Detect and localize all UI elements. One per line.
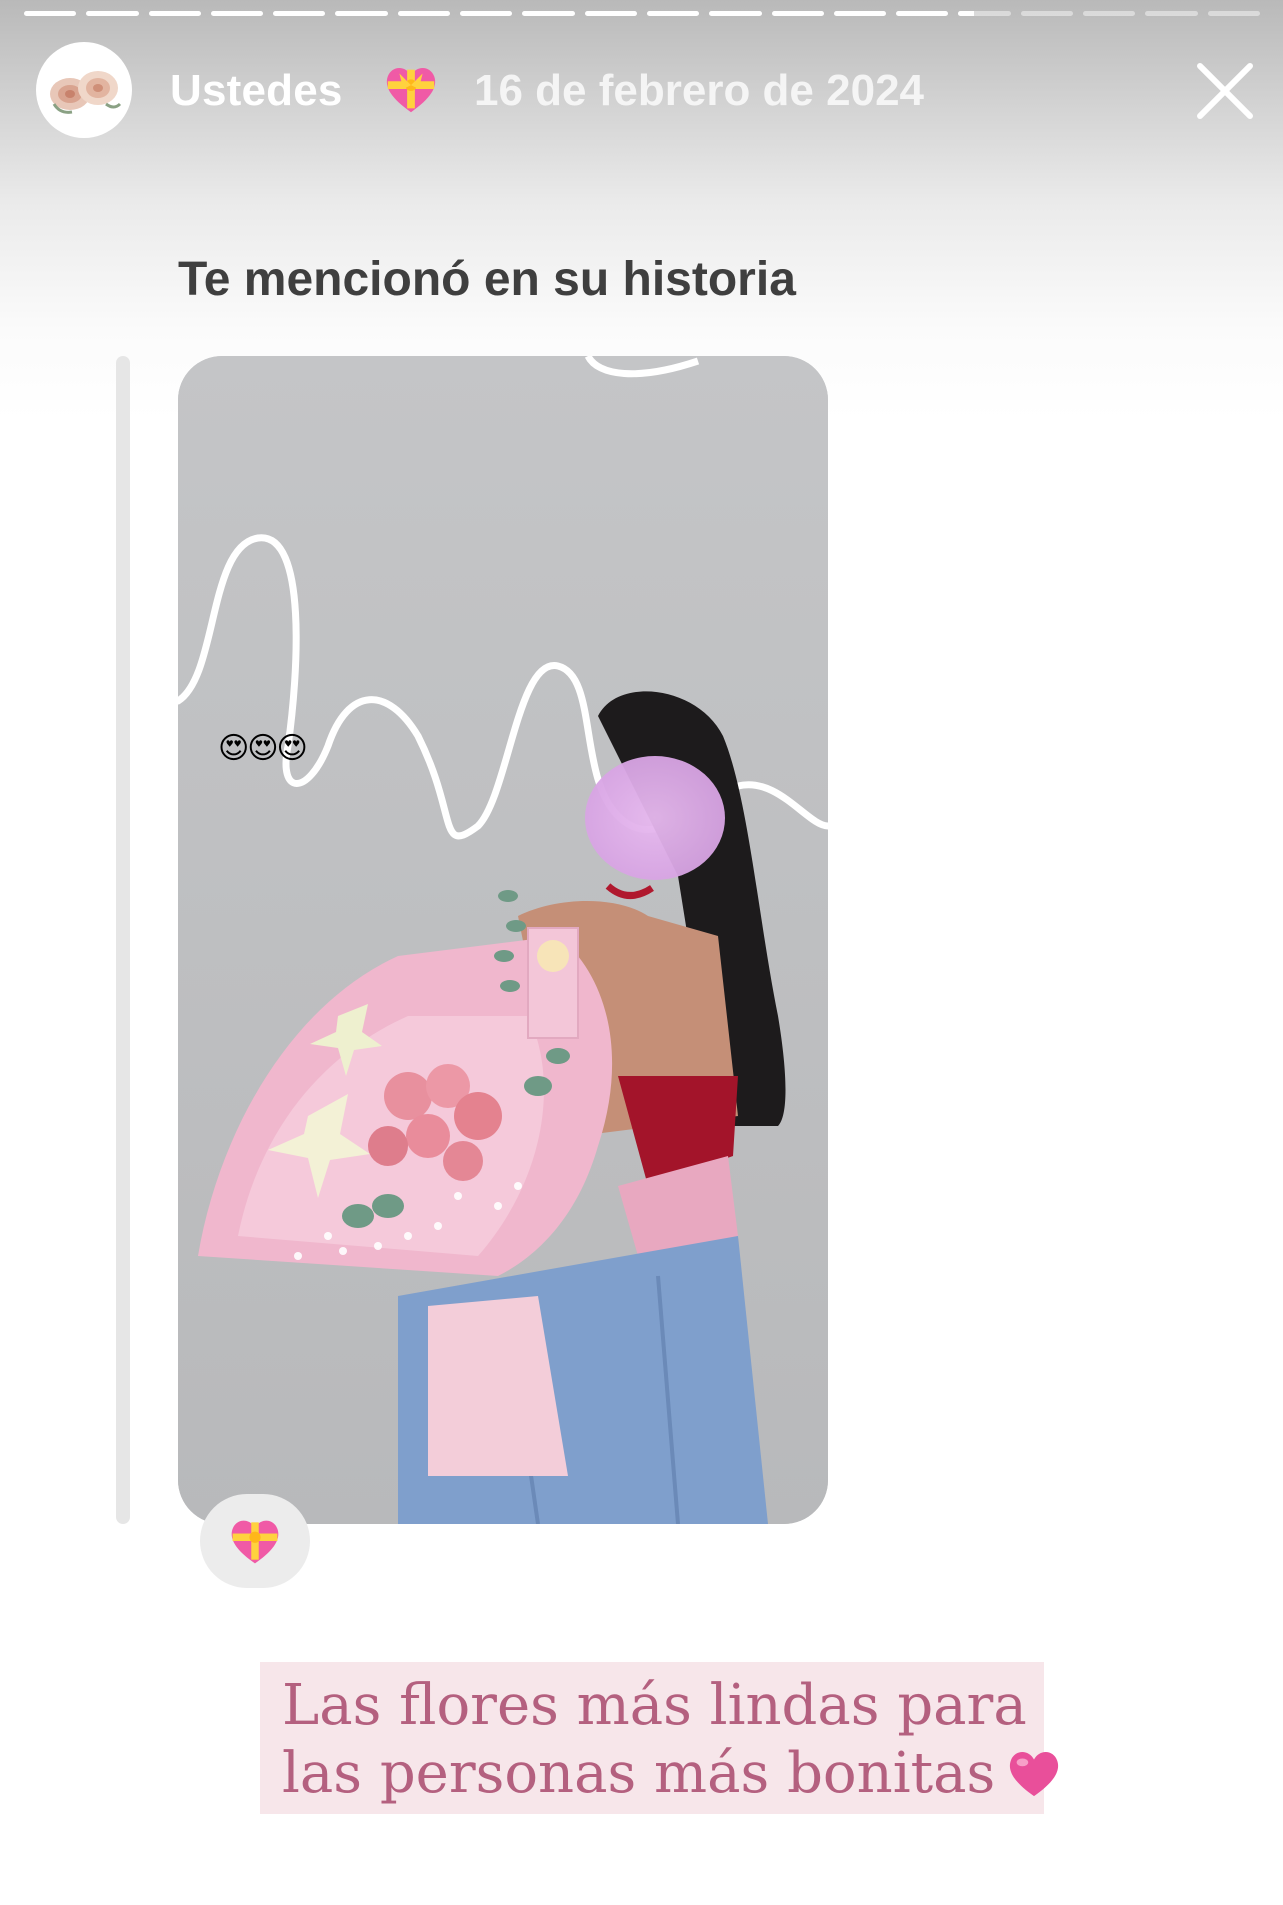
username[interactable]: Ustedes bbox=[170, 66, 343, 116]
progress-segment bbox=[335, 11, 388, 16]
progress-segment bbox=[273, 11, 326, 16]
story-caption: Las flores más lindas para las personas … bbox=[260, 1662, 1059, 1814]
quote-bar bbox=[116, 356, 130, 1524]
progress-segment-fill bbox=[709, 11, 762, 16]
roses-avatar-icon bbox=[50, 71, 122, 114]
mention-label: Te mencionó en su historia bbox=[178, 253, 796, 306]
progress-segment-fill bbox=[86, 11, 139, 16]
story-preview[interactable]: 😍😍😍 bbox=[178, 356, 828, 1524]
progress-segment bbox=[833, 11, 887, 16]
progress-segment bbox=[709, 11, 762, 16]
progress-segment bbox=[460, 11, 513, 16]
progress-segment-fill bbox=[896, 11, 949, 16]
progress-segment-fill bbox=[24, 11, 77, 16]
story-header: Ustedes 16 de febrero de 2024 bbox=[0, 40, 1283, 140]
progress-segment bbox=[86, 11, 139, 16]
progress-segment bbox=[646, 11, 700, 16]
progress-segment bbox=[771, 11, 824, 16]
reaction-bubble bbox=[200, 1494, 310, 1588]
progress-segment bbox=[1207, 11, 1260, 16]
caption-line-1: Las flores más lindas para bbox=[282, 1673, 1027, 1738]
progress-segment-fill bbox=[148, 11, 201, 16]
caption-line-2: las personas más bonitas bbox=[282, 1740, 1059, 1808]
story-progress-bar bbox=[24, 11, 1260, 17]
progress-segment bbox=[958, 11, 1011, 16]
progress-segment bbox=[522, 11, 575, 16]
avatar[interactable] bbox=[36, 42, 132, 138]
progress-segment bbox=[1145, 11, 1198, 16]
progress-segment bbox=[210, 11, 264, 16]
pink-heart-icon bbox=[1010, 1752, 1059, 1797]
progress-segment-fill bbox=[210, 11, 264, 16]
caption-line-2-text: las personas más bonitas bbox=[282, 1741, 996, 1806]
progress-segment bbox=[584, 11, 637, 16]
heart-with-ribbon-icon bbox=[231, 1520, 279, 1564]
progress-segment bbox=[148, 11, 201, 16]
progress-segment-fill bbox=[958, 11, 975, 16]
story-photo bbox=[178, 356, 828, 1524]
progress-segment bbox=[397, 11, 451, 16]
progress-segment bbox=[896, 11, 949, 16]
progress-segment bbox=[1083, 11, 1136, 16]
heart-with-ribbon-icon bbox=[386, 67, 436, 113]
progress-segment-fill bbox=[584, 11, 637, 16]
story-emoji-overlay: 😍😍😍 bbox=[218, 732, 308, 765]
progress-segment-fill bbox=[771, 11, 824, 16]
progress-segment-fill bbox=[646, 11, 700, 16]
story-date: 16 de febrero de 2024 bbox=[474, 66, 925, 115]
progress-segment-fill bbox=[273, 11, 326, 16]
close-icon[interactable] bbox=[1190, 56, 1260, 126]
progress-segment bbox=[24, 11, 77, 16]
progress-segment-fill bbox=[460, 11, 513, 16]
progress-segment-fill bbox=[833, 11, 887, 16]
progress-segment-fill bbox=[397, 11, 451, 16]
progress-segment bbox=[1020, 11, 1074, 16]
progress-segment-fill bbox=[335, 11, 388, 16]
progress-segment-fill bbox=[522, 11, 575, 16]
